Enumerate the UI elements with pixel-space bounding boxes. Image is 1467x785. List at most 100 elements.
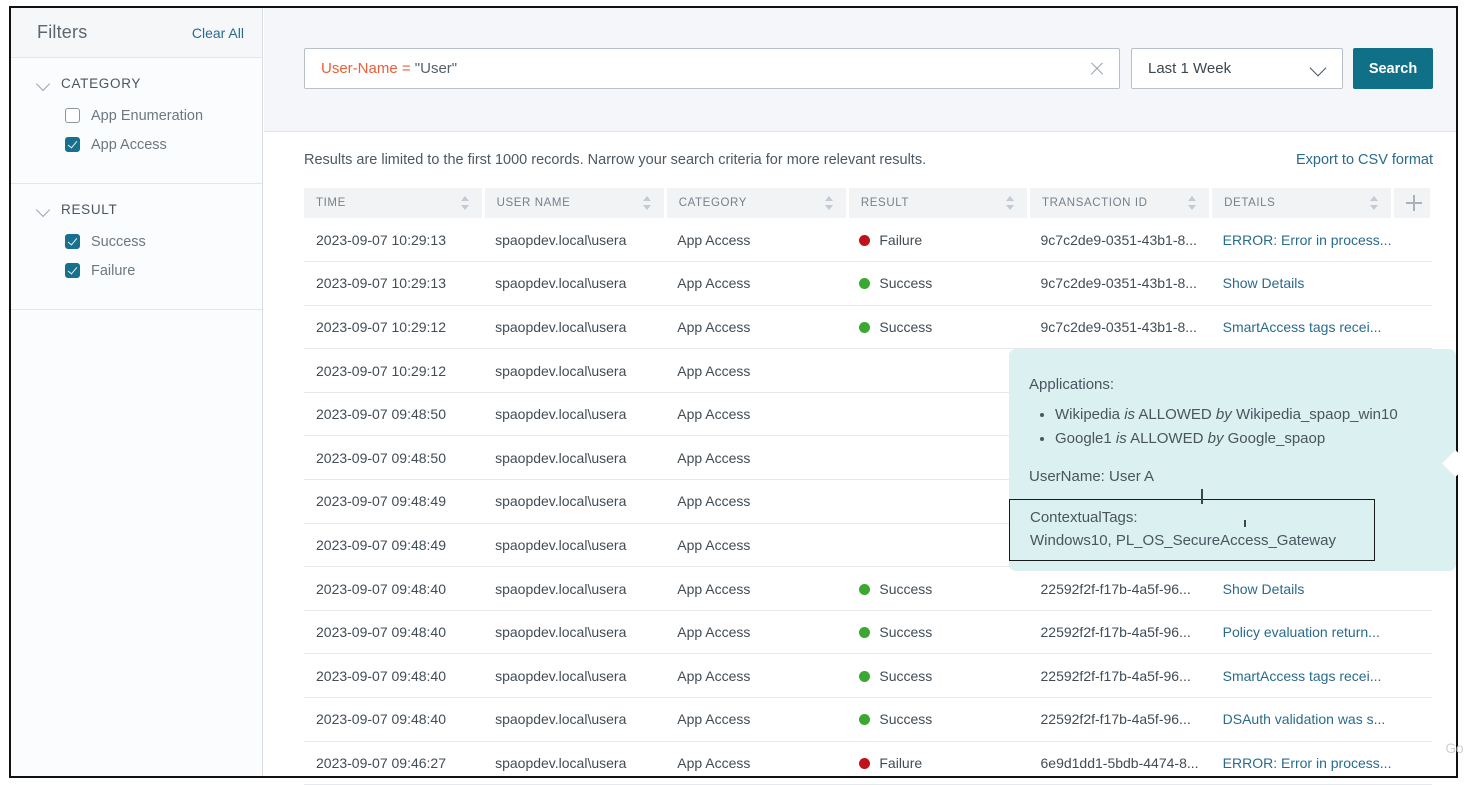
column-label: RESULT [861,197,909,209]
cell-category: App Access [665,741,847,785]
filter-item-app-enumeration[interactable]: App Enumeration [11,103,262,128]
details-link[interactable]: Show Details [1223,581,1305,597]
cell-result: Failure [847,741,1028,785]
filter-item-label: Failure [91,263,135,279]
cell-user-name: spaopdev.local\usera [483,610,665,654]
status-dot-icon [859,278,870,289]
search-query-field: User-Name = [321,60,415,77]
cell-spacer [1393,741,1432,785]
column-header-details[interactable]: DETAILS [1211,188,1393,218]
filter-item-success[interactable]: Success [11,229,262,254]
filter-item-label: App Enumeration [91,108,203,124]
status-dot-icon [859,671,870,682]
column-header-time[interactable]: TIME [304,188,483,218]
column-header-transaction-id[interactable]: TRANSACTION ID [1029,188,1211,218]
filters-sidebar: Filters Clear All CATEGORY App Enumerati… [11,8,263,776]
results-limit-note: Results are limited to the first 1000 re… [304,152,926,168]
details-link[interactable]: ERROR: Error in process... [1223,232,1392,248]
column-header-category[interactable]: CATEGORY [665,188,847,218]
cell-transaction-id: 9c7c2de9-0351-43b1-8... [1029,262,1211,306]
details-link[interactable]: Policy evaluation return... [1223,624,1380,640]
clear-all-link[interactable]: Clear All [192,25,244,41]
sort-icon[interactable] [643,196,652,210]
column-header-result[interactable]: RESULT [847,188,1028,218]
main-content: User-Name = "User" Last 1 Week Search Re… [264,8,1456,776]
cell-transaction-id: 22592f2f-f17b-4a5f-96... [1029,610,1211,654]
cell-category: App Access [665,436,847,480]
table-row[interactable]: 2023-09-07 09:46:27spaopdev.local\useraA… [304,741,1432,785]
filters-header: Filters Clear All [11,8,262,58]
app-name: Wikipedia [1055,406,1120,423]
cell-result: Success [847,567,1028,611]
export-csv-link[interactable]: Export to CSV format [1296,152,1433,168]
search-button[interactable]: Search [1353,48,1433,89]
checkbox-checked-icon[interactable] [65,263,80,278]
table-row[interactable]: 2023-09-07 09:48:40spaopdev.local\useraA… [304,698,1432,742]
app-action: ALLOWED [1138,406,1211,423]
checkbox-checked-icon[interactable] [65,137,80,152]
cell-details: Policy evaluation return... [1211,610,1393,654]
cell-spacer [1393,567,1432,611]
status-dot-icon [859,758,870,769]
cell-user-name: spaopdev.local\usera [483,349,665,393]
sort-icon[interactable] [461,196,470,210]
filter-item-app-access[interactable]: App Access [11,132,262,157]
cell-category: App Access [665,262,847,306]
sort-icon[interactable] [825,196,834,210]
tooltip-contextual-tags-box: ContextualTags: Windows10, PL_OS_SecureA… [1009,499,1375,561]
search-query-text: User-Name = "User" [321,60,1089,77]
chevron-down-icon [37,77,51,91]
column-label: USER NAME [497,197,571,209]
cell-spacer [1393,698,1432,742]
cell-user-name: spaopdev.local\usera [483,436,665,480]
filter-group-category-header[interactable]: CATEGORY [11,76,262,91]
details-link[interactable]: SmartAccess tags recei... [1223,668,1382,684]
cell-time: 2023-09-07 09:48:40 [304,654,483,698]
sort-icon[interactable] [1006,196,1015,210]
cell-user-name: spaopdev.local\usera [483,567,665,611]
cell-category: App Access [665,523,847,567]
app-name: Google1 [1055,430,1112,447]
details-link[interactable]: ERROR: Error in process... [1223,755,1392,771]
status-badge: Success [879,711,932,727]
details-link[interactable]: SmartAccess tags recei... [1223,319,1382,335]
column-header-user-name[interactable]: USER NAME [483,188,665,218]
table-row[interactable]: 2023-09-07 10:29:13spaopdev.local\useraA… [304,262,1432,306]
details-link[interactable]: DSAuth validation was s... [1223,711,1386,727]
filter-item-label: Success [91,234,146,250]
app-verb: is [1116,430,1127,447]
filter-group-result-header[interactable]: RESULT [11,202,262,217]
table-row[interactable]: 2023-09-07 09:48:40spaopdev.local\useraA… [304,567,1432,611]
cell-details: Show Details [1211,567,1393,611]
screenshot-root: Filters Clear All CATEGORY App Enumerati… [0,0,1467,785]
table-row[interactable]: 2023-09-07 10:29:12spaopdev.local\useraA… [304,305,1432,349]
cell-spacer [1393,305,1432,349]
checkbox-checked-icon[interactable] [65,234,80,249]
chevron-down-icon [1310,64,1326,74]
filter-group-label: CATEGORY [61,76,141,91]
cell-transaction-id: 9c7c2de9-0351-43b1-8... [1029,305,1211,349]
time-range-select[interactable]: Last 1 Week [1131,48,1343,89]
table-header-row: TIME USER NAME CATEGORY RESULT TRANSACTI… [304,188,1432,218]
status-badge: Failure [879,755,922,771]
status-badge: Success [879,668,932,684]
table-row[interactable]: 2023-09-07 09:48:40spaopdev.local\useraA… [304,610,1432,654]
details-link[interactable]: Show Details [1223,275,1305,291]
plus-icon [1406,195,1422,211]
cell-category: App Access [665,305,847,349]
cell-category: App Access [665,349,847,393]
checkbox-unchecked-icon[interactable] [65,108,80,123]
table-row[interactable]: 2023-09-07 09:48:40spaopdev.local\useraA… [304,654,1432,698]
add-column-button[interactable] [1393,188,1432,218]
sort-icon[interactable] [1370,196,1379,210]
sort-icon[interactable] [1188,196,1197,210]
table-row[interactable]: 2023-09-07 10:29:13spaopdev.local\useraA… [304,218,1432,262]
cell-result [847,480,1028,524]
app-verb: is [1124,406,1135,423]
cell-user-name: spaopdev.local\usera [483,523,665,567]
close-icon[interactable] [1089,61,1105,77]
search-input[interactable]: User-Name = "User" [304,48,1120,89]
app-verb: by [1208,430,1224,447]
status-dot-icon [859,235,870,246]
filter-item-failure[interactable]: Failure [11,258,262,283]
